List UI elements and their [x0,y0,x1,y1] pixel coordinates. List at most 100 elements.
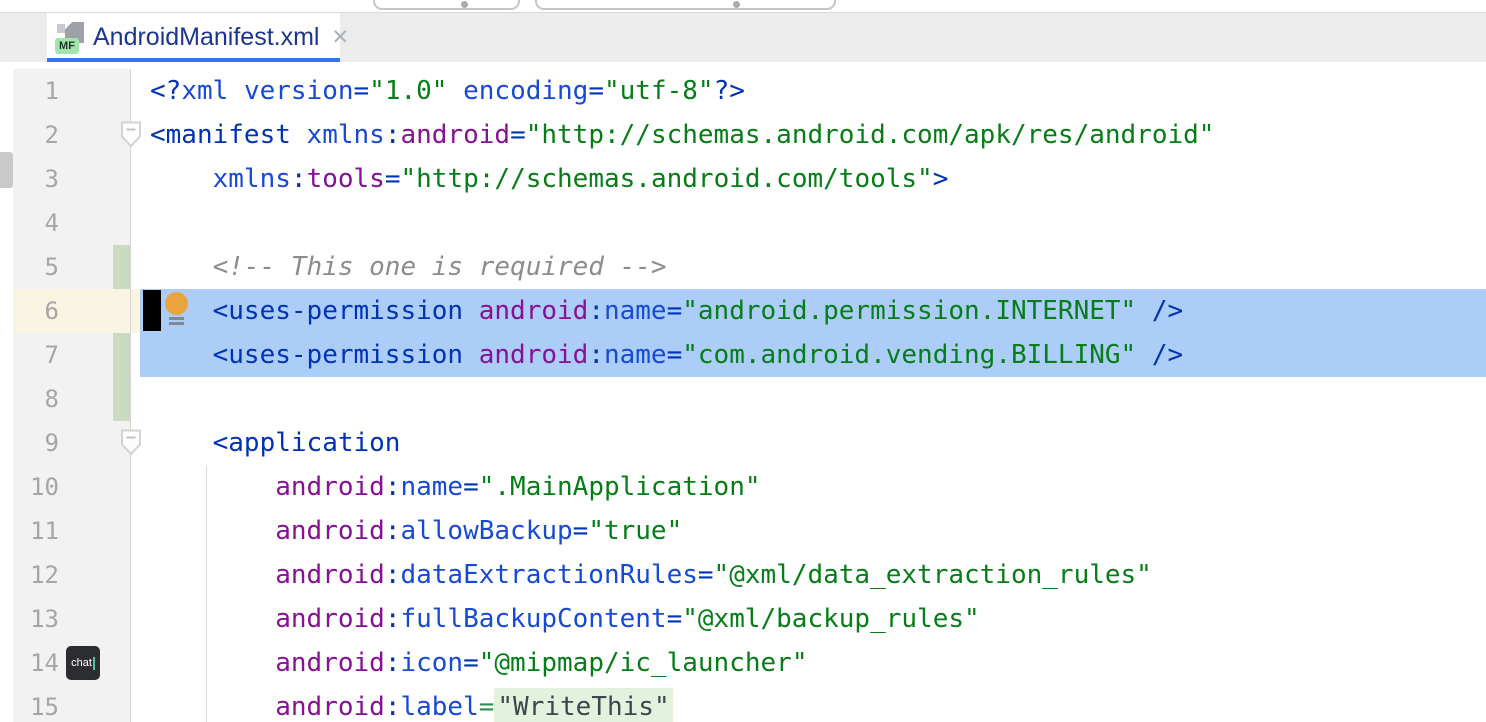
code-token: android [275,648,385,678]
chat-gutter-badge[interactable]: chat [66,646,100,680]
code-token [1136,296,1152,326]
chat-badge-caret [93,657,95,670]
code-line: 10 android:name=".MainApplication" [13,465,1486,509]
fold-column [131,201,150,245]
code-token: : [588,340,604,370]
line-number: 12 [30,553,59,597]
line-number-gutter[interactable]: 9 [13,421,131,465]
line-number-gutter[interactable]: 2 [13,113,131,157]
code-token: = [667,340,683,370]
code-line: 8 [13,377,1486,421]
line-number-gutter[interactable]: 14chat [13,641,131,685]
code-text[interactable]: <uses-permission android:name="android.p… [150,289,1486,333]
toolbar-widget-fragment [373,0,520,10]
code-text[interactable]: xmlns:tools="http://schemas.android.com/… [150,157,1486,201]
code-text[interactable]: android:allowBackup="true" [150,509,1486,553]
code-token [228,76,244,106]
code-token: = [385,164,401,194]
line-number: 5 [45,245,59,289]
code-token: "true" [588,516,682,546]
code-token: ".MainApplication" [479,472,761,502]
line-number-gutter[interactable]: 10 [13,465,131,509]
code-token: version [244,76,354,106]
code-token: fullBackupContent [400,604,666,634]
code-token: android [275,604,385,634]
code-text[interactable]: android:name=".MainApplication" [150,465,1486,509]
line-number-gutter[interactable]: 13 [13,597,131,641]
fold-column [131,641,150,685]
line-number-gutter[interactable]: 5 [13,245,131,289]
code-token: "android.permission.INTERNET" [682,296,1136,326]
code-text[interactable] [150,201,1486,245]
code-line: 2 <manifest xmlns:android="http://schemas… [13,113,1486,157]
code-text[interactable]: android:dataExtractionRules="@xml/data_e… [150,553,1486,597]
line-number: 8 [45,377,59,421]
line-number-gutter[interactable]: 6 [13,289,131,333]
code-editor[interactable]: 1<?xml version="1.0" encoding="utf-8"?>2… [0,62,1486,722]
line-number: 15 [30,685,59,722]
line-number-gutter[interactable]: 3 [13,157,131,201]
code-token: "http://schemas.android.com/apk/res/andr… [526,120,1215,150]
code-token: encoding [463,76,588,106]
code-line: 5 <!-- This one is required --> [13,245,1486,289]
line-number-gutter[interactable]: 1 [13,69,131,113]
code-token: xmlns [307,120,385,150]
fold-marker-icon[interactable] [120,121,142,148]
code-token: android [275,560,385,590]
code-token: = [354,76,370,106]
line-number: 1 [45,69,59,113]
line-number: 3 [45,157,59,201]
line-number-gutter[interactable]: 11 [13,509,131,553]
code-token: name [604,296,667,326]
line-number-gutter[interactable]: 12 [13,553,131,597]
code-token: <? [150,76,181,106]
intention-bulb-icon[interactable] [165,292,188,323]
fold-column [131,509,150,553]
code-line: 4 [13,201,1486,245]
line-number-gutter[interactable]: 8 [13,377,131,421]
code-text[interactable]: <manifest xmlns:android="http://schemas.… [150,113,1486,157]
line-number: 11 [30,509,59,553]
code-line: 9 <application [13,421,1486,465]
code-token: "1.0" [369,76,447,106]
fold-column [131,377,150,421]
line-number-gutter[interactable]: 4 [13,201,131,245]
code-token: : [385,648,401,678]
line-number: 4 [45,201,59,245]
code-token: : [385,692,401,722]
code-text[interactable]: android:label="WriteThis" [150,685,1486,722]
code-token: = [667,296,683,326]
line-number: 9 [45,421,59,465]
close-icon[interactable]: ✕ [331,27,349,48]
chat-badge-label: chat [71,657,92,669]
code-text[interactable]: <uses-permission android:name="com.andro… [150,333,1486,377]
code-token: name [604,340,667,370]
line-number: 7 [45,333,59,377]
code-text[interactable]: android:icon="@mipmap/ic_launcher" [150,641,1486,685]
line-number-gutter[interactable]: 7 [13,333,131,377]
code-token [447,76,463,106]
code-token: xmlns [213,164,291,194]
code-text[interactable]: <?xml version="1.0" encoding="utf-8"?> [150,69,1486,113]
code-token: <application [213,428,401,458]
code-token: = [588,76,604,106]
code-token: : [385,120,401,150]
code-token: : [385,604,401,634]
code-text[interactable]: <!-- This one is required --> [150,245,1486,289]
line-number-gutter[interactable]: 15 [13,685,131,722]
code-token: <uses-permission [213,296,463,326]
code-token: : [385,516,401,546]
change-marker [113,245,130,289]
code-text[interactable]: <application [150,421,1486,465]
line-number: 2 [45,113,59,157]
code-text[interactable]: android:fullBackupContent="@xml/backup_r… [150,597,1486,641]
fold-column [131,245,150,289]
change-marker [113,377,130,421]
code-line: 1 <?xml version="1.0" encoding="utf-8"?> [13,69,1486,113]
code-token: ?> [714,76,745,106]
tab-androidmanifest-xml[interactable]: MF AndroidManifest.xml ✕ [47,13,340,62]
fold-marker-icon[interactable] [120,429,142,456]
editor-tab-bar: MF AndroidManifest.xml ✕ [0,13,1486,62]
code-text[interactable] [150,377,1486,421]
code-token [291,120,307,150]
